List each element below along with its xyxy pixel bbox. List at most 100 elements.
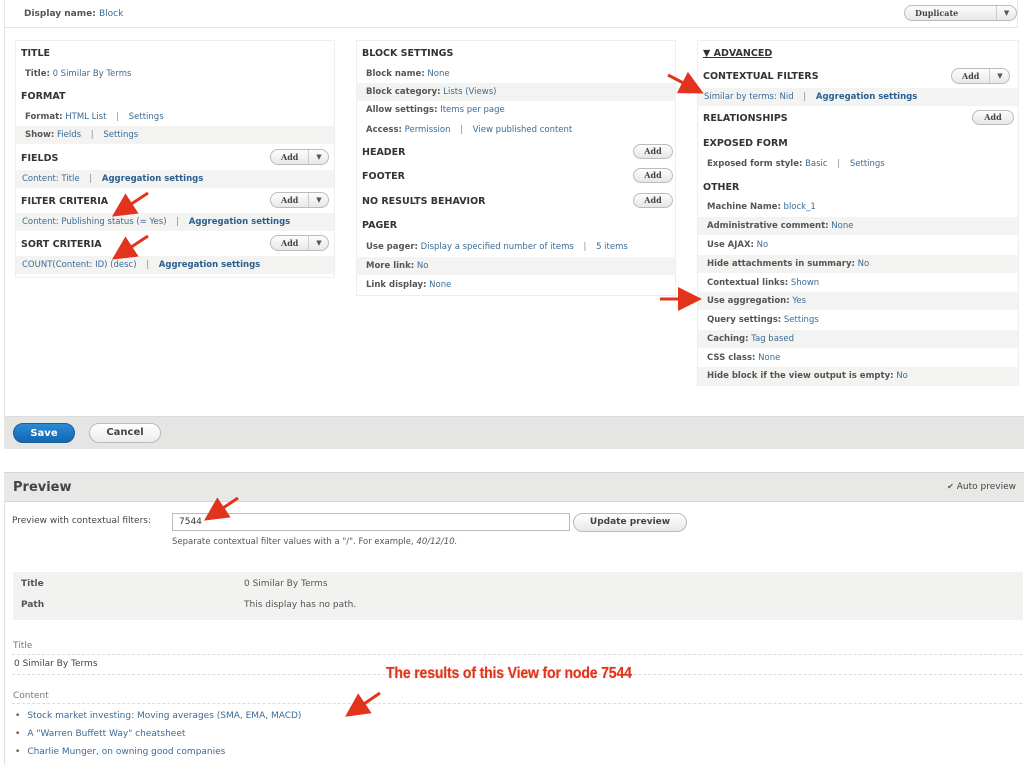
exposed-form-row: Exposed form style: Basic | Settings [698,155,1018,173]
other-row-value-link[interactable]: None [758,353,780,363]
block-name-row: Block name: None [357,65,675,83]
checkmark-icon[interactable]: ✔ [947,482,954,491]
sort-criteria-heading: SORT CRITERIA [21,239,102,250]
sort-count-content-id-link[interactable]: COUNT(Content: ID) (desc) [22,260,137,270]
duplicate-block-button[interactable]: Duplicate Block [905,6,996,20]
access-permission-link[interactable]: Permission [405,125,451,135]
help-text: Separate contextual filter values with a… [172,537,417,547]
separator: | [146,260,150,270]
auto-preview-checkbox[interactable]: ✔ Auto preview [947,482,1016,492]
access-row: Access: Permission | View published cont… [357,121,675,139]
block-settings-heading: BLOCK SETTINGS [362,48,454,59]
contextual-aggregation-link[interactable]: Aggregation settings [816,92,917,102]
block-name-label: Block name: [366,69,425,79]
contextual-filters-input[interactable]: 7544 [172,513,570,531]
fields-add-button[interactable]: Add [271,150,308,164]
other-row-value-link[interactable]: Shown [791,278,819,288]
separator: | [803,92,807,102]
cancel-button[interactable]: Cancel [89,423,161,443]
chevron-down-icon[interactable]: ▼ [308,236,328,250]
field-content-title-link[interactable]: Content: Title [22,174,80,184]
result-link[interactable]: Charlie Munger, on owning good companies [27,747,225,757]
access-label: Access: [366,125,402,135]
header-heading: HEADER [362,147,406,158]
result-item: A "Warren Buffett Way" cheatsheet [15,725,301,743]
display-name-link[interactable]: Block [99,9,123,19]
other-row-value-link[interactable]: Yes [792,296,806,306]
format-heading: FORMAT [21,91,66,102]
auto-preview-label: Auto preview [956,482,1016,492]
allow-settings-label: Allow settings: [366,105,438,115]
show-row: Show: Fields | Settings [16,126,334,144]
other-row-value-link[interactable]: block_1 [784,202,816,212]
filter-add-button[interactable]: Add [271,193,308,207]
column-advanced: ▼ ADVANCED CONTEXTUAL FILTERS Add ▼ Simi… [697,40,1019,386]
other-row: Hide attachments in summary: No [698,255,1018,273]
other-row-value-link[interactable]: No [858,259,870,269]
other-row: Caching: Tag based [698,330,1018,348]
allow-settings-link[interactable]: Items per page [440,105,505,115]
other-row-label: Hide block if the view output is empty: [707,371,894,381]
update-preview-button[interactable]: Update preview [573,513,687,532]
access-detail-link[interactable]: View published content [473,125,572,135]
filter-publishing-status-link[interactable]: Content: Publishing status (= Yes) [22,217,167,227]
filter-row: Content: Publishing status (= Yes) | Agg… [16,213,334,231]
info-value: 0 Similar By Terms [244,579,328,589]
pager-items-link[interactable]: 5 items [596,242,628,252]
use-pager-link[interactable]: Display a specified number of items [421,242,574,252]
exposed-form-label: Exposed form style: [707,159,803,169]
title-row[interactable]: Title: 0 Similar By Terms [16,65,334,83]
chevron-down-icon[interactable]: ▼ [996,6,1016,20]
contextual-filters-help: Separate contextual filter values with a… [172,537,457,547]
exposed-form-basic-link[interactable]: Basic [805,159,828,169]
other-row-label: Machine Name: [707,202,781,212]
result-item: Stock market investing: Moving averages … [15,707,301,725]
chevron-down-icon[interactable]: ▼ [989,69,1009,83]
other-row: CSS class: None [698,349,1018,367]
result-link[interactable]: A "Warren Buffett Way" cheatsheet [27,729,185,739]
show-value-link[interactable]: Fields [57,130,81,140]
link-display-link[interactable]: None [429,280,451,290]
other-row-label: Query settings: [707,315,782,325]
format-value-link[interactable]: HTML List [65,112,106,122]
contextual-add-button[interactable]: Add [952,69,989,83]
more-link-value-link[interactable]: No [417,261,429,271]
filter-aggregation-link[interactable]: Aggregation settings [189,217,290,227]
annotation-text: The results of this View for node 7544 [386,665,632,682]
view-edit-area: TITLE Title: 0 Similar By Terms FORMAT F… [4,28,1024,416]
advanced-toggle[interactable]: ▼ ADVANCED [703,48,772,59]
separator: | [837,159,841,169]
other-row-value-link[interactable]: Tag based [751,334,794,344]
contextual-filter-nid-link[interactable]: Similar by terms: Nid [704,92,794,102]
block-name-link[interactable]: None [427,69,449,79]
fields-aggregation-link[interactable]: Aggregation settings [102,174,203,184]
result-link[interactable]: Stock market investing: Moving averages … [27,711,301,721]
more-link-row: More link: No [357,257,675,275]
result-content-label: Content [13,691,49,701]
other-row-label: Contextual links: [707,278,789,288]
divider [12,654,1022,655]
section-title-heading: TITLE [21,48,51,59]
show-settings-link[interactable]: Settings [103,130,138,140]
chevron-down-icon[interactable]: ▼ [308,193,328,207]
other-row-value-link[interactable]: No [896,371,908,381]
footer-add-button[interactable]: Add [633,168,673,183]
result-item: Charlie Munger, on owning good companies [15,743,301,761]
sort-aggregation-link[interactable]: Aggregation settings [159,260,260,270]
title-value-link[interactable]: 0 Similar By Terms [53,69,132,79]
block-category-link[interactable]: Lists (Views) [443,87,496,97]
format-settings-link[interactable]: Settings [129,112,164,122]
other-row-value-link[interactable]: No [757,240,769,250]
chevron-down-icon[interactable]: ▼ [308,150,328,164]
display-name-bar: Display name: Block Duplicate Block ▼ [4,0,1018,28]
save-button[interactable]: Save [13,423,75,443]
contextual-filter-row: Similar by terms: Nid | Aggregation sett… [698,88,1018,106]
no-results-add-button[interactable]: Add [633,193,673,208]
other-row-value-link[interactable]: None [831,221,853,231]
exposed-form-settings-link[interactable]: Settings [850,159,885,169]
other-row-value-link[interactable]: Settings [784,315,819,325]
relationships-add-button[interactable]: Add [972,110,1014,125]
header-add-button[interactable]: Add [633,144,673,159]
other-row-label: CSS class: [707,353,756,363]
sort-add-button[interactable]: Add [271,236,308,250]
